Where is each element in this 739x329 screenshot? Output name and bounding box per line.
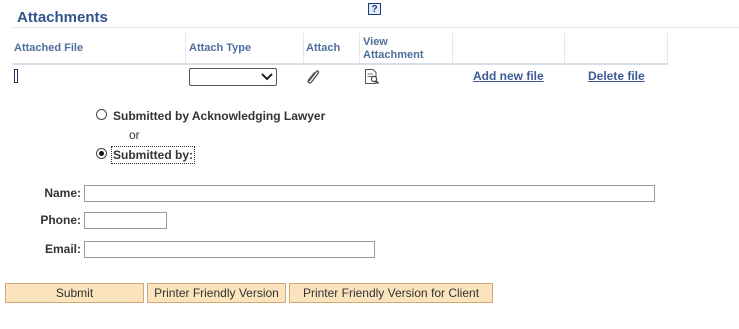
title-divider	[13, 27, 739, 28]
column-header-view-attachment: View Attachment	[363, 36, 424, 61]
radio-acknowledging-lawyer-label[interactable]: Submitted by Acknowledging Lawyer	[113, 109, 325, 123]
delete-file-link[interactable]: Delete file	[588, 69, 645, 83]
printer-friendly-client-button[interactable]: Printer Friendly Version for Client	[289, 283, 493, 303]
column-divider	[452, 33, 453, 63]
name-label: Name:	[44, 186, 81, 200]
radio-submitted-by-label[interactable]: Submitted by:	[111, 146, 195, 164]
printer-friendly-button[interactable]: Printer Friendly Version	[147, 283, 286, 303]
add-new-file-link[interactable]: Add new file	[473, 69, 544, 83]
or-separator: or	[129, 128, 140, 142]
column-header-attach-type: Attach Type	[189, 42, 252, 54]
phone-label: Phone:	[40, 213, 81, 227]
submit-button[interactable]: Submit	[5, 283, 144, 303]
help-icon[interactable]: ?	[368, 3, 381, 15]
radio-acknowledging-lawyer[interactable]	[96, 109, 107, 120]
email-field[interactable]	[84, 241, 375, 258]
column-divider	[185, 33, 186, 63]
name-field[interactable]	[84, 185, 655, 202]
email-label: Email:	[44, 242, 81, 256]
section-title: Attachments	[17, 9, 108, 26]
column-divider	[564, 33, 565, 63]
attached-file-field[interactable]	[14, 69, 18, 83]
column-divider	[667, 33, 668, 63]
column-header-attached-file: Attached File	[14, 42, 84, 54]
column-divider	[303, 33, 304, 63]
paperclip-icon[interactable]	[305, 67, 321, 85]
view-document-icon[interactable]	[364, 68, 380, 85]
attach-type-select[interactable]	[189, 68, 277, 86]
radio-submitted-by[interactable]	[96, 148, 107, 159]
phone-field[interactable]	[84, 212, 167, 229]
column-divider	[359, 33, 360, 63]
chevron-down-icon	[261, 70, 273, 87]
column-header-attach: Attach	[306, 42, 341, 54]
